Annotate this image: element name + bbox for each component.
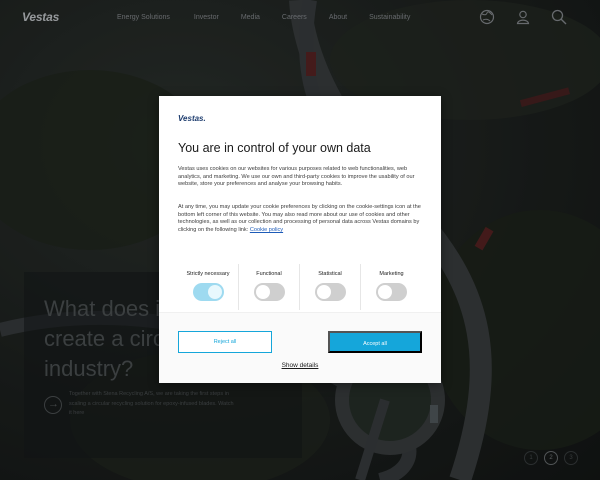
- reject-all-button[interactable]: Reject all: [178, 331, 272, 353]
- modal-actions: Reject all Accept all Show details: [159, 312, 441, 383]
- accept-all-button[interactable]: Accept all: [328, 331, 422, 353]
- statistical-switch[interactable]: [315, 283, 346, 301]
- cookie-preferences-text: At any time, you may update your cookie …: [178, 204, 426, 234]
- modal-vestas-logo: Vestas.: [178, 114, 206, 123]
- toggle-statistical: Statistical: [300, 264, 361, 310]
- modal-title: You are in control of your own data: [178, 141, 371, 155]
- cookie-intro-text: Vestas uses cookies on our websites for …: [178, 166, 415, 188]
- marketing-switch[interactable]: [376, 283, 407, 301]
- switch-knob: [378, 285, 392, 299]
- toggle-label: Functional: [256, 271, 282, 277]
- toggle-label: Marketing: [379, 271, 404, 277]
- switch-knob: [208, 285, 222, 299]
- cookie-preferences-body: At any time, you may update your cookie …: [178, 204, 421, 233]
- toggle-marketing: Marketing: [361, 264, 422, 310]
- cookie-consent-dialog: Vestas. You are in control of your own d…: [159, 96, 441, 383]
- show-details-link[interactable]: Show details: [159, 362, 441, 369]
- toggle-label: Statistical: [318, 271, 342, 277]
- toggle-functional: Functional: [239, 264, 300, 310]
- toggle-label: Strictly necessary: [186, 271, 230, 277]
- cookie-category-toggles: Strictly necessary Functional Statistica…: [178, 264, 422, 310]
- functional-switch[interactable]: [254, 283, 285, 301]
- switch-knob: [256, 285, 270, 299]
- cookie-policy-link[interactable]: Cookie policy: [250, 227, 283, 233]
- toggle-strictly-necessary: Strictly necessary: [178, 264, 239, 310]
- strictly-necessary-switch[interactable]: [193, 283, 224, 301]
- switch-knob: [317, 285, 331, 299]
